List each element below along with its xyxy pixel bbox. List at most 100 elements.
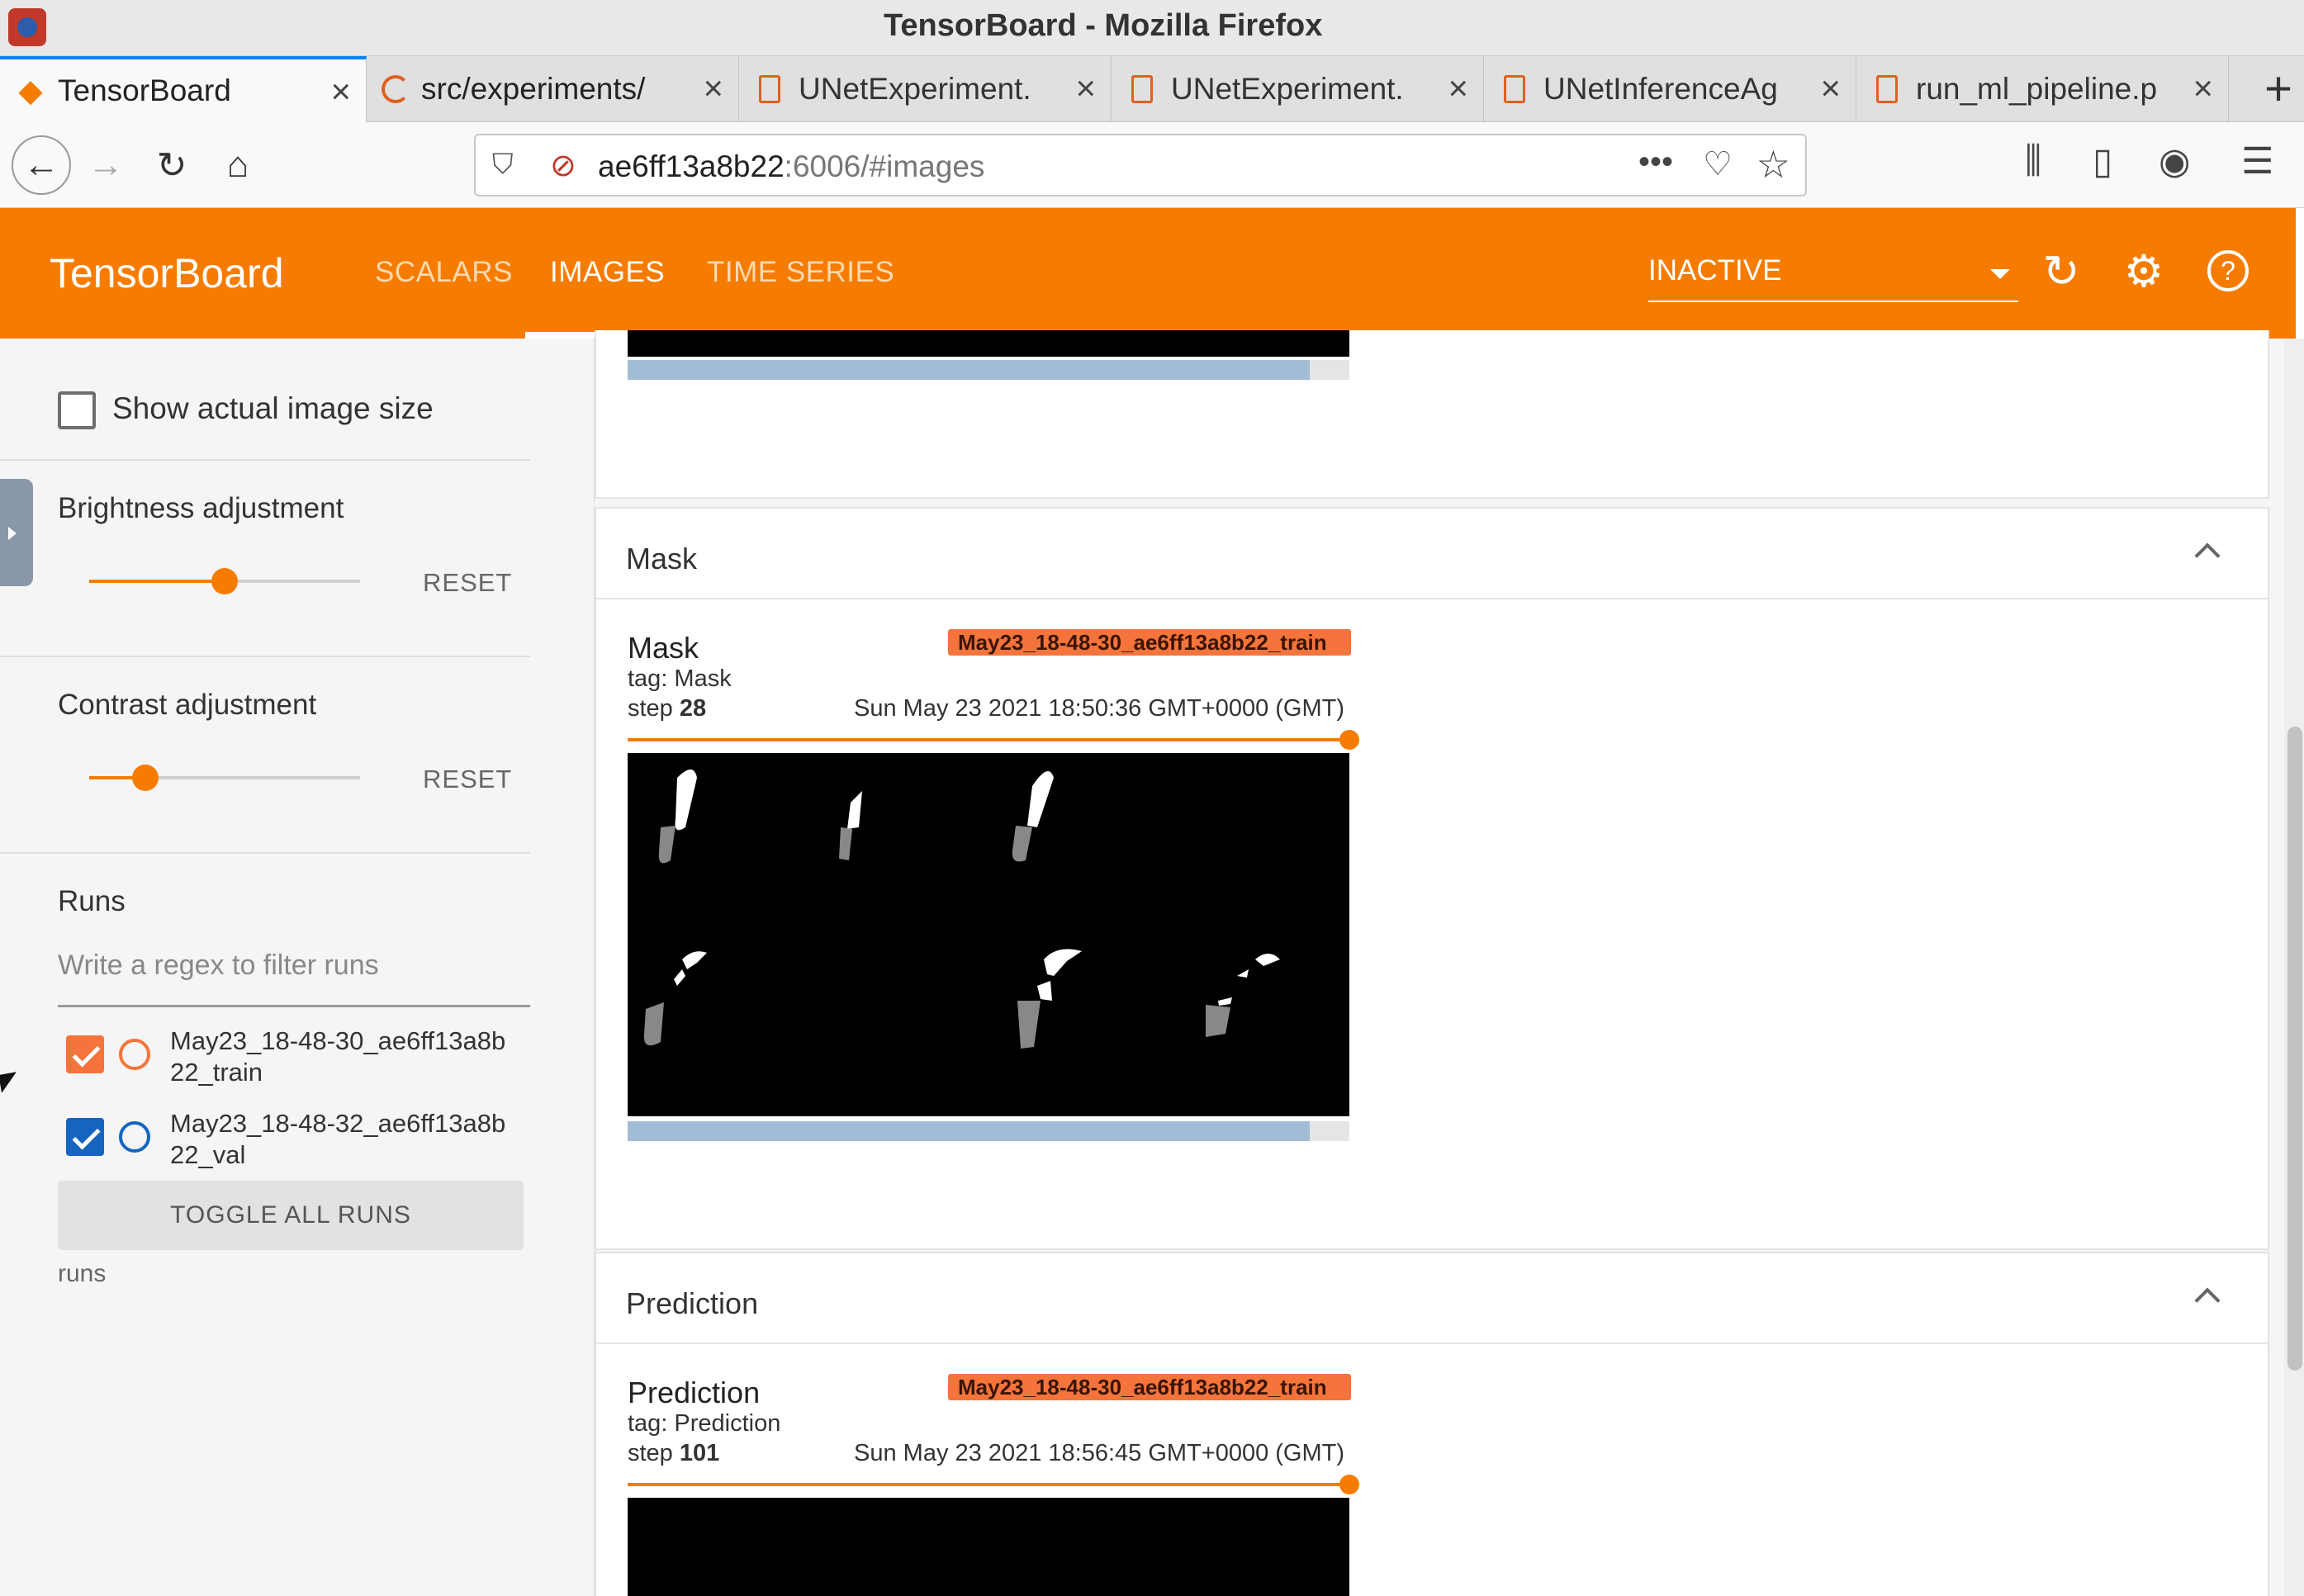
run-status-select[interactable]: INACTIVE — [1648, 254, 2018, 302]
account-icon[interactable]: ◉ — [2159, 140, 2190, 182]
page-actions-icon[interactable]: ••• — [1638, 144, 1673, 181]
pocket-icon[interactable]: ♡ — [1703, 145, 1733, 183]
refresh-icon[interactable]: ↻ — [2035, 244, 2088, 297]
reload-button[interactable]: ↻ — [147, 140, 197, 190]
contrast-label: Contrast adjustment — [58, 689, 317, 721]
image-card-tag: tag: Prediction — [628, 1410, 781, 1437]
library-icon[interactable]: ⫼ — [2025, 140, 2041, 182]
brightness-slider-thumb[interactable] — [211, 568, 238, 594]
document-icon — [1504, 75, 1525, 103]
divider — [0, 459, 530, 461]
sidebar-collapse-handle[interactable] — [0, 479, 33, 586]
close-icon[interactable]: × — [1820, 71, 1841, 106]
section-header[interactable]: Mask — [596, 509, 2268, 599]
tensorboard-icon: ◆ — [19, 73, 42, 107]
navigation-toolbar: ← → ↻ ⌂ ⛉ ⊘ ae6ff13a8b22:6006/#images ••… — [0, 122, 2304, 208]
sidebar-icon[interactable]: ▯ — [2093, 140, 2112, 182]
image-card-step: step 101 — [628, 1440, 720, 1466]
tab-unet-experiment-1[interactable]: UNetExperiment. × — [739, 56, 1112, 122]
run-color-swatch-train[interactable] — [119, 1039, 150, 1070]
tab-unet-inference[interactable]: UNetInferenceAg × — [1484, 56, 1856, 122]
brightness-slider-fill — [89, 580, 225, 583]
menu-icon[interactable]: ☰ — [2241, 140, 2273, 182]
images-dashboard: Mask Mask May23_18-48-30_ae6ff13a8b22_tr… — [595, 330, 2296, 1596]
new-tab-button[interactable]: + — [2264, 63, 2292, 116]
image-card-timestamp: Sun May 23 2021 18:50:36 GMT+0000 (GMT) — [854, 695, 1345, 722]
run-checkbox-val[interactable] — [66, 1118, 104, 1156]
svg-text:?: ? — [2221, 256, 2235, 286]
window-titlebar: TensorBoard - Mozilla Firefox — [0, 0, 2304, 56]
close-icon[interactable]: × — [2193, 71, 2213, 106]
divider — [0, 852, 530, 854]
chevron-up-icon[interactable] — [2194, 1287, 2221, 1314]
runs-heading: Runs — [58, 885, 126, 917]
image-card-step: step 28 — [628, 695, 707, 722]
close-icon[interactable]: × — [703, 71, 723, 106]
step-slider[interactable] — [628, 1483, 1346, 1486]
image-card-title: Mask — [628, 631, 699, 665]
document-icon — [1876, 75, 1898, 103]
image-section-mask: Mask Mask May23_18-48-30_ae6ff13a8b22_tr… — [595, 507, 2269, 1250]
gear-icon[interactable]: ⚙ — [2117, 244, 2170, 297]
run-color-swatch-val[interactable] — [119, 1121, 150, 1153]
image-scrollbar[interactable] — [628, 1121, 1349, 1141]
tab-unet-experiment-2[interactable]: UNetExperiment. × — [1112, 56, 1484, 122]
close-icon[interactable]: × — [330, 74, 351, 109]
mask-image-content — [643, 770, 1280, 1049]
show-actual-size-checkbox[interactable] — [58, 391, 96, 429]
tensorboard-brand[interactable]: TensorBoard — [50, 249, 284, 297]
tab-images[interactable]: IMAGES — [550, 256, 665, 289]
url-bar[interactable]: ⛉ ⊘ ae6ff13a8b22:6006/#images ••• ♡ ☆ — [474, 134, 1807, 197]
back-button[interactable]: ← — [12, 135, 71, 195]
bookmark-star-icon[interactable]: ☆ — [1756, 142, 1790, 187]
home-button[interactable]: ⌂ — [213, 140, 263, 190]
show-actual-size-label: Show actual image size — [112, 391, 434, 425]
tab-experiments[interactable]: src/experiments/ × — [367, 56, 739, 122]
document-icon — [759, 75, 780, 103]
insecure-connection-icon[interactable]: ⊘ — [550, 147, 576, 184]
tab-label: TensorBoard — [58, 73, 231, 107]
help-icon[interactable]: ? — [2202, 244, 2254, 297]
tab-run-ml-pipeline[interactable]: run_ml_pipeline.p × — [1856, 56, 2229, 122]
page-scrollbar[interactable] — [2284, 339, 2304, 1596]
brightness-label: Brightness adjustment — [58, 492, 344, 524]
contrast-slider-thumb[interactable] — [132, 765, 159, 791]
tab-label: run_ml_pipeline.p — [1916, 72, 2158, 106]
tab-label: UNetInferenceAg — [1543, 72, 1778, 106]
close-icon[interactable]: × — [1448, 71, 1468, 106]
section-title: Mask — [626, 542, 698, 575]
contrast-reset-button[interactable]: RESET — [423, 765, 512, 794]
run-checkbox-train[interactable] — [66, 1035, 104, 1073]
tab-label: UNetExperiment. — [1171, 72, 1404, 106]
run-name-val: May23_18-48-32_ae6ff13a8b 22_val — [170, 1109, 506, 1169]
mask-image[interactable] — [628, 753, 1349, 1116]
run-filter-input[interactable]: Write a regex to filter runs — [58, 950, 530, 1007]
url-text[interactable]: ae6ff13a8b22:6006/#images — [598, 149, 984, 184]
page-scrollbar-thumb[interactable] — [2287, 727, 2302, 1371]
mouse-cursor-icon — [0, 1072, 20, 1093]
tracking-shield-icon[interactable]: ⛉ — [492, 149, 520, 182]
toggle-all-runs-button[interactable]: TOGGLE ALL RUNS — [58, 1181, 524, 1250]
brightness-reset-button[interactable]: RESET — [423, 568, 512, 598]
close-icon[interactable]: × — [1075, 71, 1096, 106]
image-preview[interactable] — [628, 330, 1349, 357]
tab-time-series[interactable]: TIME SERIES — [707, 256, 894, 289]
step-slider[interactable] — [628, 738, 1346, 741]
settings-sidebar: Show actual image size Brightness adjust… — [0, 339, 595, 1596]
step-slider-thumb[interactable] — [1339, 1475, 1359, 1494]
section-header[interactable]: Prediction — [596, 1253, 2268, 1344]
image-scrollbar[interactable] — [628, 360, 1349, 380]
forward-button[interactable]: → — [81, 140, 130, 190]
step-slider-thumb[interactable] — [1339, 730, 1359, 750]
image-section-previous — [595, 330, 2269, 499]
image-section-prediction: Prediction Prediction May23_18-48-30_ae6… — [595, 1252, 2269, 1596]
chevron-down-icon — [1990, 269, 2010, 279]
tab-tensorboard[interactable]: ◆ TensorBoard × — [0, 56, 367, 122]
document-icon — [1131, 75, 1153, 103]
prediction-image[interactable] — [628, 1498, 1349, 1596]
image-card-title: Prediction — [628, 1376, 761, 1409]
tab-scalars[interactable]: SCALARS — [375, 256, 513, 289]
tab-label: UNetExperiment. — [799, 72, 1031, 106]
chevron-up-icon[interactable] — [2194, 542, 2221, 569]
loading-spinner-icon — [382, 75, 410, 103]
